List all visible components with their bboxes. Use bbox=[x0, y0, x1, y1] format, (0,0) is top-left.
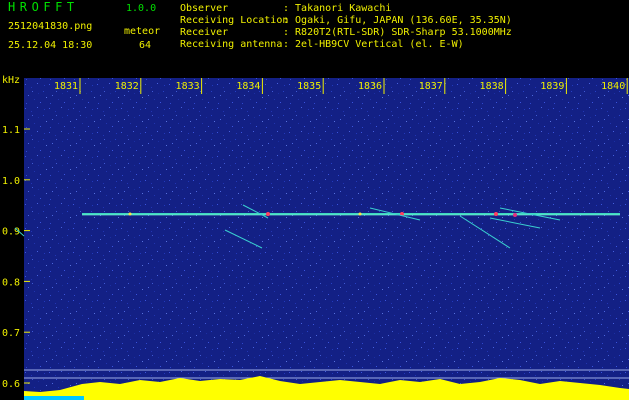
event-count: 64 bbox=[139, 40, 152, 51]
y-tick-label: 0.7 bbox=[2, 328, 20, 339]
x-tick-label: 1833 bbox=[176, 81, 200, 92]
y-tick-label: 0.6 bbox=[2, 379, 20, 390]
x-tick-label: 1839 bbox=[540, 81, 564, 92]
event-type-label: meteor bbox=[124, 26, 161, 37]
info-label-location: Receiving Location bbox=[180, 15, 289, 26]
x-tick-label: 1834 bbox=[236, 81, 260, 92]
x-tick-label: 1831 bbox=[54, 81, 78, 92]
app-version: 1.0.0 bbox=[126, 3, 157, 14]
x-tick-label: 1836 bbox=[358, 81, 382, 92]
info-value-receiver: : R820T2(RTL-SDR) SDR-Sharp 53.1000MHz bbox=[283, 27, 512, 38]
y-tick-label: 1.0 bbox=[2, 176, 20, 187]
file-name: 2512041830.png bbox=[8, 21, 93, 32]
y-tick-label: 1.1 bbox=[2, 125, 20, 136]
info-label-antenna: Receiving antenna bbox=[180, 39, 283, 50]
x-tick-label: 1838 bbox=[480, 81, 504, 92]
app-name: HROFFT bbox=[8, 0, 79, 14]
x-tick-label: 1832 bbox=[115, 81, 139, 92]
waterfall-plot: 1831 1832 1833 1834 1835 1836 1837 1838 1839 1840… bbox=[0, 58, 629, 400]
info-value-antenna: : 2el-HB9CV Vertical (el. E-W) bbox=[283, 39, 464, 50]
capture-datetime: 25.12.04 18:30 bbox=[8, 40, 93, 51]
info-value-observer: : Takanori Kawachi bbox=[283, 3, 392, 14]
x-tick-label: 1837 bbox=[419, 81, 443, 92]
y-tick-label: 0.8 bbox=[2, 277, 20, 288]
y-axis-unit: kHz bbox=[2, 75, 20, 86]
header-bar: HROFFT 1.0.0 2512041830.png meteor 25.12… bbox=[0, 0, 629, 58]
signal-level-baseline bbox=[24, 396, 84, 400]
waterfall-canvas: 1831 1832 1833 1834 1835 1836 1837 1838 1839 1840… bbox=[2, 75, 629, 400]
x-tick-label: 1835 bbox=[297, 81, 321, 92]
info-label-observer: Observer bbox=[180, 3, 229, 14]
info-value-location: : Ogaki, Gifu, JAPAN (136.60E, 35.35N) bbox=[283, 15, 512, 26]
info-label-receiver: Receiver bbox=[180, 27, 229, 38]
y-tick-label: 0.9 bbox=[2, 227, 20, 238]
x-tick-label: 1840 bbox=[601, 81, 625, 92]
